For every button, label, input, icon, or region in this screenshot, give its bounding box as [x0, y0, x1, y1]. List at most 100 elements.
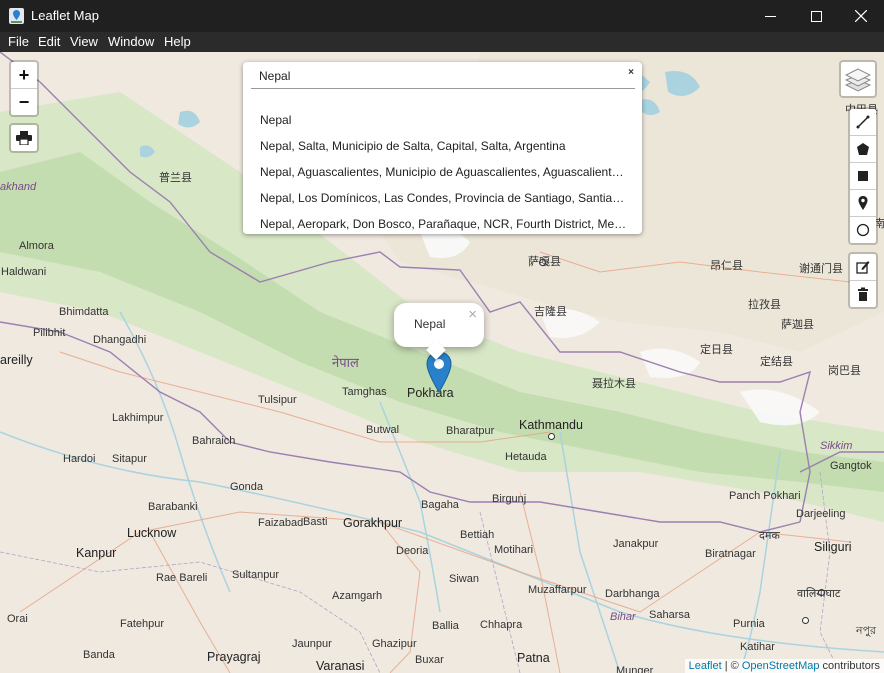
place-label: Hetauda	[505, 451, 547, 463]
layers-button[interactable]	[839, 60, 877, 98]
place-label: Deoria	[396, 545, 429, 557]
place-label: Tulsipur	[258, 394, 297, 406]
window-title: Leaflet Map	[31, 8, 99, 23]
place-label: Hardoi	[63, 453, 96, 465]
menu-view[interactable]: View	[70, 34, 98, 49]
delete-layers-button[interactable]	[850, 281, 876, 307]
place-label: Banda	[83, 649, 115, 661]
draw-circle-button[interactable]	[850, 217, 876, 243]
close-button[interactable]	[838, 0, 884, 32]
place-label: Basti	[303, 516, 328, 528]
menu-window[interactable]: Window	[108, 34, 154, 49]
place-label: 聂拉木县	[592, 378, 636, 390]
place-label: Katihar	[740, 641, 775, 653]
place-label: Pilibhit	[33, 327, 66, 339]
rectangle-icon	[858, 171, 868, 181]
minimize-button[interactable]	[747, 0, 793, 32]
place-label: Gonda	[230, 481, 264, 493]
edit-layers-button[interactable]	[850, 254, 876, 281]
menu-file[interactable]: File	[8, 34, 29, 49]
attribution: Leaflet | © OpenStreetMap contributors	[684, 659, 884, 673]
menu-edit[interactable]: Edit	[38, 34, 60, 49]
circle-icon	[856, 223, 870, 237]
draw-polyline-button[interactable]	[850, 109, 876, 136]
marker-popup: Nepal ×	[394, 303, 484, 360]
place-label: Bhimdatta	[59, 306, 109, 318]
place-label: Darjeeling	[796, 508, 846, 520]
place-label: 昂仁县	[710, 260, 743, 272]
zoom-control: + −	[9, 60, 39, 117]
polyline-icon	[856, 115, 870, 129]
minimize-icon	[764, 15, 776, 17]
baliaghat-marker-dot	[802, 617, 809, 624]
place-label: Munger	[616, 665, 654, 673]
layers-icon	[845, 68, 871, 92]
place-label: Butwal	[366, 424, 400, 436]
place-label: 萨嘎县	[528, 256, 561, 268]
place-label: Bihar	[610, 611, 636, 623]
place-label: Sikkim	[820, 440, 853, 452]
place-label: Rae Bareli	[156, 572, 208, 584]
edit-toolbar	[848, 252, 878, 309]
draw-polygon-button[interactable]	[850, 136, 876, 163]
place-label: दमक	[759, 530, 780, 542]
place-label: Varanasi	[316, 659, 365, 673]
maximize-button[interactable]	[793, 0, 839, 32]
place-label: 定日县	[700, 344, 733, 356]
place-label: Biratnagar	[705, 548, 756, 560]
draw-toolbar	[848, 107, 878, 245]
place-label: Ballia	[432, 620, 459, 632]
place-label: Lucknow	[127, 526, 177, 540]
draw-marker-button[interactable]	[850, 190, 876, 217]
search-result-item[interactable]: Nepal, Aguascalientes, Municipio de Agua…	[260, 165, 628, 179]
place-label: Buxar	[415, 654, 444, 666]
place-label: Darbhanga	[605, 588, 660, 600]
location-marker-icon[interactable]	[426, 351, 452, 393]
place-label: Birgunj	[492, 493, 527, 505]
search-result-item[interactable]: Nepal, Salta, Municipio de Salta, Capita…	[260, 139, 628, 153]
place-label: Orai	[7, 613, 28, 625]
search-result-item[interactable]: Nepal, Aeropark, Don Bosco, Parañaque, N…	[260, 217, 628, 231]
place-label: Motihari	[494, 544, 534, 556]
print-button[interactable]	[11, 125, 37, 151]
attribution-suffix: contributors	[819, 660, 880, 672]
search-result-item[interactable]: Nepal, Los Domínicos, Las Condes, Provin…	[260, 191, 628, 205]
trash-icon	[858, 287, 868, 301]
place-label: Ghazipur	[372, 638, 417, 650]
place-label: Prayagraj	[207, 650, 261, 664]
zoom-out-button[interactable]: −	[11, 89, 37, 115]
place-label: Kanpur	[76, 546, 117, 560]
place-label: 普兰县	[159, 172, 192, 184]
place-label: Dhangadhi	[93, 334, 147, 346]
leaflet-link[interactable]: Leaflet	[689, 660, 722, 672]
search-result-item[interactable]: Nepal	[260, 113, 628, 127]
menu-help[interactable]: Help	[164, 34, 191, 49]
place-label: Gorakhpur	[343, 516, 403, 530]
place-label: Sitapur	[112, 453, 147, 465]
maximize-icon	[810, 10, 822, 22]
place-label: 谢通门县	[799, 263, 843, 275]
map-canvas[interactable]: 普兰县 akhand Almora Haldwani Bhimdatta Pil…	[0, 52, 884, 673]
place-label: Barabanki	[148, 501, 198, 513]
kathmandu-marker-dot	[548, 433, 555, 440]
osm-link[interactable]: OpenStreetMap	[742, 660, 820, 672]
place-label: Almora	[19, 240, 54, 252]
draw-rectangle-button[interactable]	[850, 163, 876, 190]
menu-bar: File Edit View Window Help	[0, 32, 884, 52]
popup-close-button[interactable]: ×	[468, 306, 477, 323]
place-label: Janakpur	[613, 538, 659, 550]
place-label: 拉孜县	[748, 299, 781, 311]
place-label: Faizabad	[258, 517, 304, 529]
geocoder-panel: Nepal × Nepal Nepal, Salta, Municipio de…	[243, 62, 642, 234]
place-label: Muzaffarpur	[528, 584, 587, 596]
place-label: Purnia	[733, 618, 765, 630]
search-clear-button[interactable]: ×	[628, 67, 634, 78]
title-bar: Leaflet Map	[0, 0, 884, 32]
place-label: Siwan	[449, 573, 479, 585]
place-label: Gangtok	[830, 460, 872, 472]
zoom-in-button[interactable]: +	[11, 62, 37, 89]
place-label: akhand	[0, 181, 37, 193]
place-label: Fatehpur	[120, 618, 165, 630]
place-label: 吉隆县	[534, 306, 567, 318]
search-input[interactable]: Nepal	[251, 66, 635, 89]
